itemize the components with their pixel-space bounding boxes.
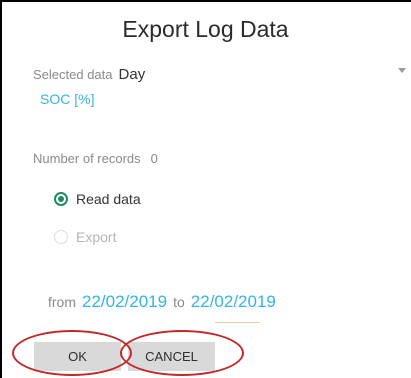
- selected-data-value[interactable]: Day: [119, 66, 146, 83]
- chevron-down-icon[interactable]: [398, 68, 406, 73]
- date-range: from 22/02/2019 to 22/02/2019: [48, 292, 276, 312]
- radio-read-data[interactable]: Read data: [54, 191, 141, 207]
- from-date[interactable]: 22/02/2019: [82, 292, 167, 312]
- left-border: [0, 0, 2, 378]
- dialog-title: Export Log Data: [122, 16, 289, 42]
- cancel-button[interactable]: CANCEL: [128, 342, 215, 371]
- radio-unselected-icon[interactable]: [54, 230, 68, 244]
- top-border: [0, 0, 411, 2]
- to-label: to: [173, 294, 185, 310]
- records-row: Number of records 0: [33, 151, 158, 166]
- date-underline: [215, 322, 260, 323]
- to-date[interactable]: 22/02/2019: [191, 292, 276, 312]
- selected-data-row[interactable]: Selected data Day: [33, 66, 145, 83]
- series-value[interactable]: SOC [%]: [40, 91, 94, 107]
- records-value: 0: [150, 151, 158, 166]
- from-label: from: [48, 294, 76, 310]
- selected-data-label: Selected data: [33, 67, 113, 82]
- radio-export-label: Export: [76, 229, 117, 245]
- records-label: Number of records: [33, 151, 141, 166]
- radio-export[interactable]: Export: [54, 229, 116, 245]
- ok-button[interactable]: OK: [34, 342, 121, 371]
- radio-selected-icon[interactable]: [54, 192, 68, 206]
- radio-read-data-label: Read data: [76, 191, 141, 207]
